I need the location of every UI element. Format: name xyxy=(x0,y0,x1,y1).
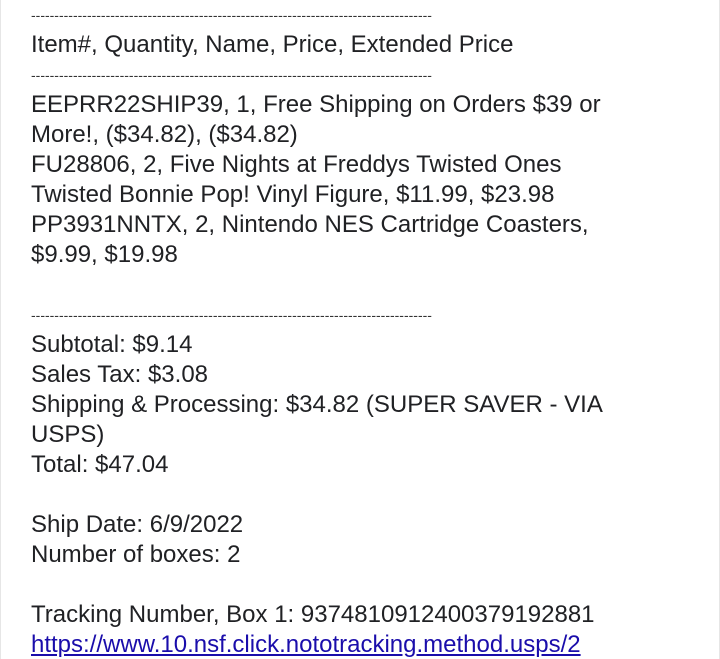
shipping-info: Ship Date: 6/9/2022 Number of boxes: 2 T… xyxy=(31,510,691,659)
subtotal: Subtotal: $9.14 xyxy=(31,331,193,358)
divider: ----------------------------------------… xyxy=(31,67,432,83)
shipping-processing: Shipping & Processing: $34.82 (SUPER SAV… xyxy=(31,391,603,418)
divider: ----------------------------------------… xyxy=(31,307,432,323)
line-items: EEPRR22SHIP39, 1, Free Shipping on Order… xyxy=(31,90,691,270)
list-item: PP3931NNTX, 2, Nintendo NES Cartridge Co… xyxy=(31,211,589,238)
number-of-boxes: Number of boxes: 2 xyxy=(31,541,241,568)
list-item-continued: Twisted Bonnie Pop! Vinyl Figure, $11.99… xyxy=(31,181,555,208)
email-body: ----------------------------------------… xyxy=(0,0,720,659)
list-item: FU28806, 2, Five Nights at Freddys Twist… xyxy=(31,151,562,178)
tracking-link[interactable]: https://www.10.nsf.click.nototracking.me… xyxy=(31,631,581,658)
shipping-processing-continued: USPS) xyxy=(31,421,105,448)
divider: ----------------------------------------… xyxy=(31,7,432,23)
sales-tax: Sales Tax: $3.08 xyxy=(31,361,209,388)
ship-date: Ship Date: 6/9/2022 xyxy=(31,511,244,538)
order-total: Total: $47.04 xyxy=(31,451,169,478)
list-item-continued: $9.99, $19.98 xyxy=(31,241,178,268)
table-header: Item#, Quantity, Name, Price, Extended P… xyxy=(31,31,514,58)
order-totals: Subtotal: $9.14 Sales Tax: $3.08 Shippin… xyxy=(31,330,691,480)
tracking-link-row: https://www.10.nsf.click.nototracking.me… xyxy=(31,630,691,659)
tracking-number: Tracking Number, Box 1: 9374810912400379… xyxy=(31,601,595,628)
order-details: ----------------------------------------… xyxy=(31,0,691,659)
list-item-continued: More!, ($34.82), ($34.82) xyxy=(31,121,298,148)
list-item: EEPRR22SHIP39, 1, Free Shipping on Order… xyxy=(31,91,601,118)
